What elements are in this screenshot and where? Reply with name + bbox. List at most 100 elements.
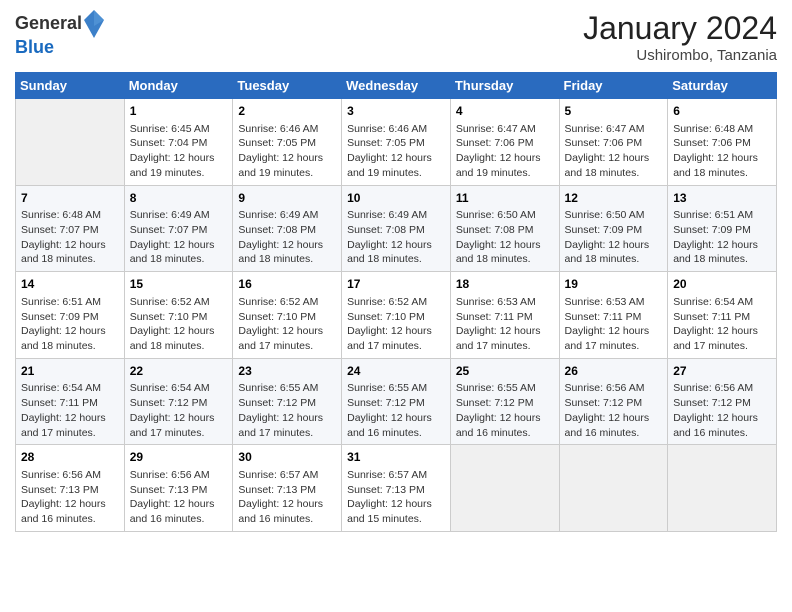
day-cell: 9Sunrise: 6:49 AMSunset: 7:08 PMDaylight… (233, 185, 342, 272)
day-number: 3 (347, 103, 445, 120)
day-number: 5 (565, 103, 663, 120)
day-detail: Sunrise: 6:48 AMSunset: 7:06 PMDaylight:… (673, 122, 771, 181)
logo-general: General (15, 14, 82, 34)
day-cell: 15 Sunrise: 6:52 AMSunset: 7:10 PMDayligh… (124, 272, 233, 359)
header-saturday: Saturday (668, 73, 777, 99)
day-cell: 21Sunrise: 6:54 AMSunset: 7:11 PMDayligh… (16, 358, 125, 445)
day-number: 29 (130, 449, 228, 466)
day-detail: Sunrise: 6:51 AMSunset: 7:09 PMDaylight:… (21, 295, 119, 354)
day-number: 15 (130, 276, 228, 293)
day-cell: 30 Sunrise: 6:57 AMSunset: 7:13 PMDayligh… (233, 445, 342, 532)
day-detail: Sunrise: 6:50 AMSunset: 7:09 PMDaylight:… (565, 208, 663, 267)
day-cell: 14Sunrise: 6:51 AMSunset: 7:09 PMDayligh… (16, 272, 125, 359)
day-cell: 4 Sunrise: 6:47 AMSunset: 7:06 PMDaylight… (450, 99, 559, 186)
day-detail: Sunrise: 6:46 AMSunset: 7:05 PMDaylight:… (238, 122, 336, 181)
day-cell: 13Sunrise: 6:51 AMSunset: 7:09 PMDayligh… (668, 185, 777, 272)
day-cell (16, 99, 125, 186)
day-number: 10 (347, 190, 445, 207)
day-detail: Sunrise: 6:56 AMSunset: 7:13 PMDaylight:… (21, 468, 119, 527)
week-row-4: 21Sunrise: 6:54 AMSunset: 7:11 PMDayligh… (16, 358, 777, 445)
day-cell: 17 Sunrise: 6:52 AMSunset: 7:10 PMDayligh… (342, 272, 451, 359)
day-number: 7 (21, 190, 119, 207)
day-number: 27 (673, 363, 771, 380)
day-detail: Sunrise: 6:53 AMSunset: 7:11 PMDaylight:… (456, 295, 554, 354)
day-number: 13 (673, 190, 771, 207)
day-cell: 1Sunrise: 6:45 AMSunset: 7:04 PMDaylight… (124, 99, 233, 186)
logo-blue: Blue (15, 37, 54, 57)
calendar-body: 1Sunrise: 6:45 AMSunset: 7:04 PMDaylight… (16, 99, 777, 532)
day-cell: 16 Sunrise: 6:52 AMSunset: 7:10 PMDayligh… (233, 272, 342, 359)
header-row: Sunday Monday Tuesday Wednesday Thursday… (16, 73, 777, 99)
day-detail: Sunrise: 6:53 AMSunset: 7:11 PMDaylight:… (565, 295, 663, 354)
day-cell: 11Sunrise: 6:50 AMSunset: 7:08 PMDayligh… (450, 185, 559, 272)
day-number: 31 (347, 449, 445, 466)
day-number: 21 (21, 363, 119, 380)
day-cell: 25Sunrise: 6:55 AMSunset: 7:12 PMDayligh… (450, 358, 559, 445)
day-number: 12 (565, 190, 663, 207)
day-detail: Sunrise: 6:54 AMSunset: 7:11 PMDaylight:… (673, 295, 771, 354)
title-block: January 2024 Ushirombo, Tanzania (583, 10, 777, 64)
day-cell: 31 Sunrise: 6:57 AMSunset: 7:13 PMDayligh… (342, 445, 451, 532)
day-cell: 6Sunrise: 6:48 AMSunset: 7:06 PMDaylight… (668, 99, 777, 186)
week-row-5: 28 Sunrise: 6:56 AMSunset: 7:13 PMDayligh… (16, 445, 777, 532)
day-detail: Sunrise: 6:56 AMSunset: 7:12 PMDaylight:… (673, 381, 771, 440)
day-detail: Sunrise: 6:52 AMSunset: 7:10 PMDaylight:… (238, 295, 336, 354)
day-number: 16 (238, 276, 336, 293)
calendar-table: Sunday Monday Tuesday Wednesday Thursday… (15, 72, 777, 532)
day-number: 24 (347, 363, 445, 380)
day-detail: Sunrise: 6:55 AMSunset: 7:12 PMDaylight:… (347, 381, 445, 440)
day-cell: 26Sunrise: 6:56 AMSunset: 7:12 PMDayligh… (559, 358, 668, 445)
day-detail: Sunrise: 6:52 AMSunset: 7:10 PMDaylight:… (130, 295, 228, 354)
header-friday: Friday (559, 73, 668, 99)
day-detail: Sunrise: 6:46 AMSunset: 7:05 PMDaylight:… (347, 122, 445, 181)
day-number: 26 (565, 363, 663, 380)
day-detail: Sunrise: 6:57 AMSunset: 7:13 PMDaylight:… (238, 468, 336, 527)
day-cell: 28 Sunrise: 6:56 AMSunset: 7:13 PMDayligh… (16, 445, 125, 532)
header-sunday: Sunday (16, 73, 125, 99)
day-detail: Sunrise: 6:49 AMSunset: 7:08 PMDaylight:… (238, 208, 336, 267)
header: General Blue January 2024 Ushirombo, Tan… (15, 10, 777, 64)
day-detail: Sunrise: 6:47 AMSunset: 7:06 PMDaylight:… (456, 122, 554, 181)
day-cell: 27Sunrise: 6:56 AMSunset: 7:12 PMDayligh… (668, 358, 777, 445)
header-thursday: Thursday (450, 73, 559, 99)
day-cell: 12Sunrise: 6:50 AMSunset: 7:09 PMDayligh… (559, 185, 668, 272)
day-cell: 22Sunrise: 6:54 AMSunset: 7:12 PMDayligh… (124, 358, 233, 445)
day-cell: 3 Sunrise: 6:46 AMSunset: 7:05 PMDaylight… (342, 99, 451, 186)
day-number: 11 (456, 190, 554, 207)
logo: General Blue (15, 10, 104, 58)
day-detail: Sunrise: 6:49 AMSunset: 7:07 PMDaylight:… (130, 208, 228, 267)
day-cell: 20 Sunrise: 6:54 AMSunset: 7:11 PMDayligh… (668, 272, 777, 359)
day-number: 30 (238, 449, 336, 466)
day-detail: Sunrise: 6:55 AMSunset: 7:12 PMDaylight:… (238, 381, 336, 440)
day-number: 20 (673, 276, 771, 293)
calendar-subtitle: Ushirombo, Tanzania (583, 47, 777, 64)
day-detail: Sunrise: 6:57 AMSunset: 7:13 PMDaylight:… (347, 468, 445, 527)
day-detail: Sunrise: 6:54 AMSunset: 7:11 PMDaylight:… (21, 381, 119, 440)
day-cell (450, 445, 559, 532)
day-detail: Sunrise: 6:45 AMSunset: 7:04 PMDaylight:… (130, 122, 228, 181)
day-cell: 29 Sunrise: 6:56 AMSunset: 7:13 PMDayligh… (124, 445, 233, 532)
day-number: 25 (456, 363, 554, 380)
day-number: 8 (130, 190, 228, 207)
day-number: 19 (565, 276, 663, 293)
day-detail: Sunrise: 6:54 AMSunset: 7:12 PMDaylight:… (130, 381, 228, 440)
day-cell: 8Sunrise: 6:49 AMSunset: 7:07 PMDaylight… (124, 185, 233, 272)
day-detail: Sunrise: 6:56 AMSunset: 7:12 PMDaylight:… (565, 381, 663, 440)
calendar-header: Sunday Monday Tuesday Wednesday Thursday… (16, 73, 777, 99)
day-cell: 24Sunrise: 6:55 AMSunset: 7:12 PMDayligh… (342, 358, 451, 445)
day-number: 17 (347, 276, 445, 293)
day-detail: Sunrise: 6:52 AMSunset: 7:10 PMDaylight:… (347, 295, 445, 354)
day-detail: Sunrise: 6:51 AMSunset: 7:09 PMDaylight:… (673, 208, 771, 267)
day-detail: Sunrise: 6:56 AMSunset: 7:13 PMDaylight:… (130, 468, 228, 527)
day-number: 28 (21, 449, 119, 466)
header-tuesday: Tuesday (233, 73, 342, 99)
day-detail: Sunrise: 6:47 AMSunset: 7:06 PMDaylight:… (565, 122, 663, 181)
day-detail: Sunrise: 6:49 AMSunset: 7:08 PMDaylight:… (347, 208, 445, 267)
day-number: 22 (130, 363, 228, 380)
day-cell: 10Sunrise: 6:49 AMSunset: 7:08 PMDayligh… (342, 185, 451, 272)
day-number: 2 (238, 103, 336, 120)
header-wednesday: Wednesday (342, 73, 451, 99)
day-number: 4 (456, 103, 554, 120)
day-cell (668, 445, 777, 532)
day-cell: 19 Sunrise: 6:53 AMSunset: 7:11 PMDayligh… (559, 272, 668, 359)
